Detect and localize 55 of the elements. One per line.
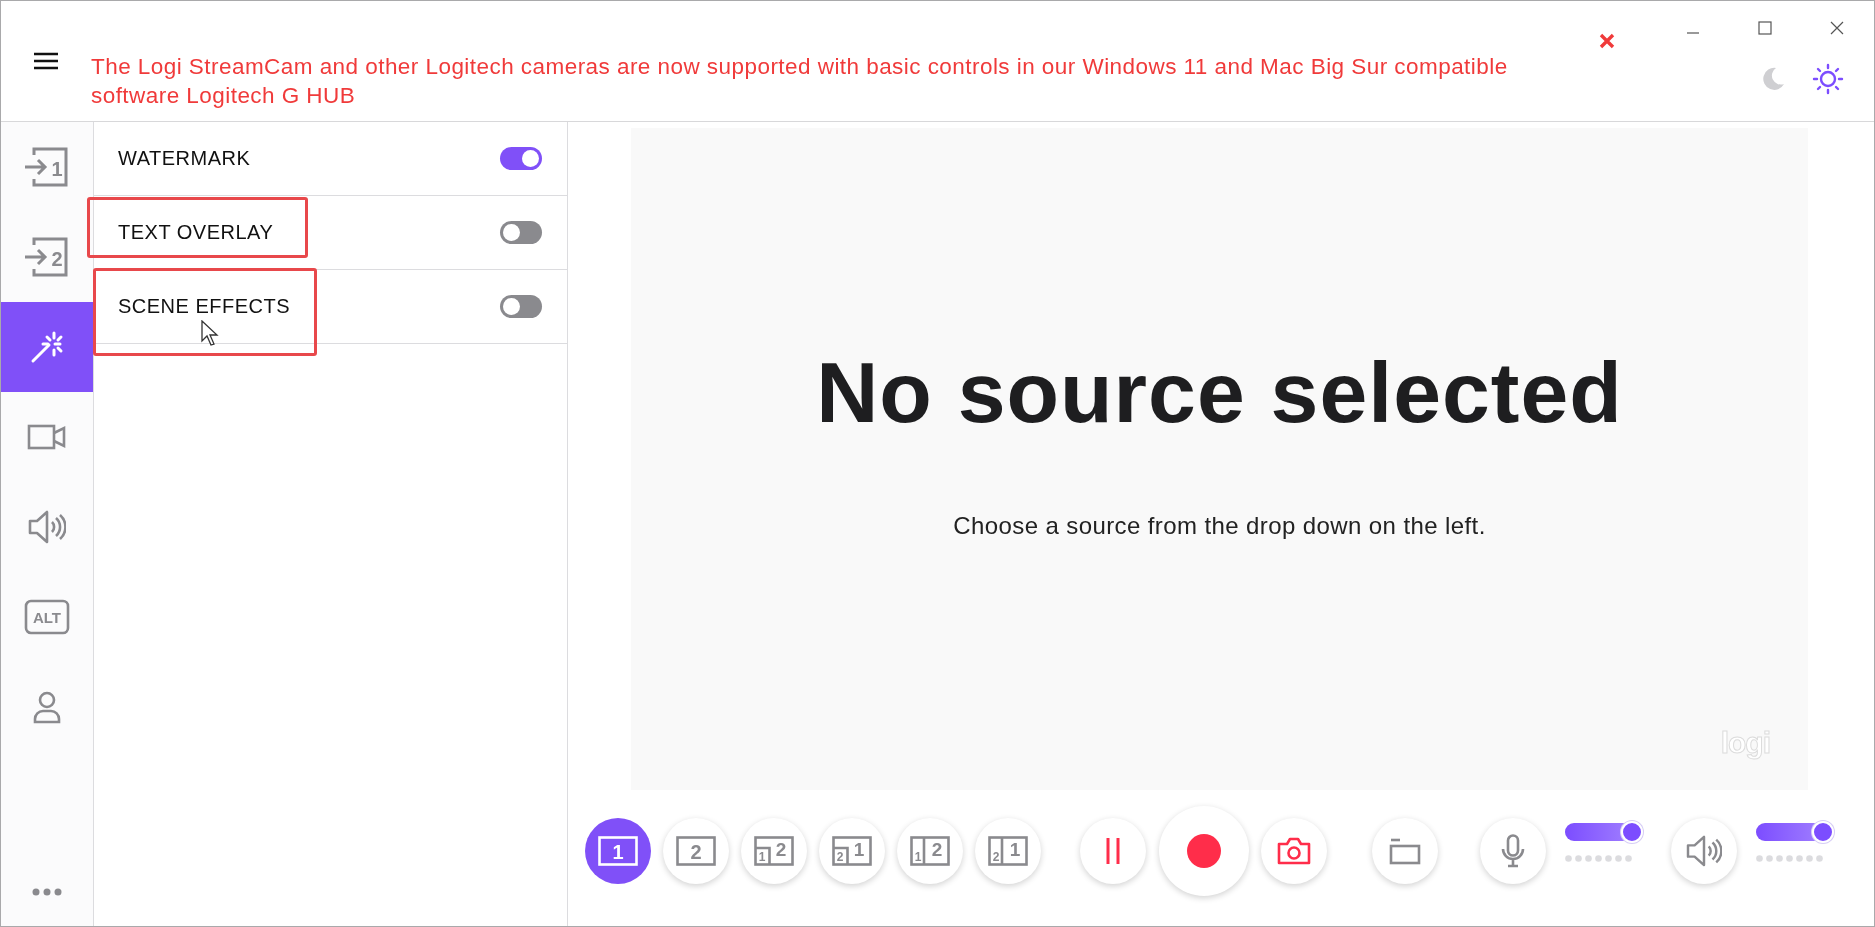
- slider-thumb[interactable]: [1812, 820, 1834, 843]
- video-camera-icon: [27, 423, 67, 451]
- layout-button[interactable]: 1 2: [897, 818, 963, 884]
- magic-wand-icon: [30, 330, 64, 364]
- layout-icon: 1 2: [910, 836, 950, 866]
- folder-button[interactable]: [1372, 818, 1438, 884]
- layout-icon: 1: [598, 836, 638, 866]
- layout-icon: 2 1: [832, 836, 872, 866]
- effect-label: WATERMARK: [118, 147, 251, 170]
- level-meter-icon: [1756, 854, 1824, 862]
- layout-icon: 2: [676, 836, 716, 866]
- level-meter-icon: [1565, 854, 1633, 862]
- more-icon[interactable]: [32, 888, 62, 896]
- effect-label: SCENE EFFECTS: [118, 295, 291, 318]
- layout-button[interactable]: 1: [585, 818, 651, 884]
- pause-icon: [1106, 837, 1120, 865]
- sidebar-tab[interactable]: [1, 302, 93, 392]
- sidebar-tab[interactable]: ALT: [1, 572, 93, 662]
- layout-button[interactable]: 2 1: [975, 818, 1041, 884]
- speaker-icon: [28, 510, 66, 544]
- speaker-icon: [1686, 835, 1722, 867]
- toggle-switch[interactable]: [500, 295, 542, 318]
- layout-icon: 2 1: [988, 836, 1028, 866]
- microphone-icon: [1501, 834, 1525, 868]
- pause-button[interactable]: [1080, 818, 1146, 884]
- record-icon: [1187, 834, 1221, 868]
- folder-icon: [1389, 837, 1421, 865]
- slider-thumb[interactable]: [1621, 820, 1643, 843]
- camera-icon: [1277, 837, 1311, 865]
- maximize-icon[interactable]: [1758, 21, 1772, 35]
- microphone-button[interactable]: [1480, 818, 1546, 884]
- close-icon[interactable]: [1830, 21, 1844, 35]
- close-icon[interactable]: [1599, 33, 1615, 49]
- snapshot-button[interactable]: [1261, 818, 1327, 884]
- mouse-pointer-icon: [201, 320, 219, 346]
- effect-label: TEXT OVERLAY: [118, 221, 274, 244]
- announcement-text: The Logi StreamCam and other Logitech cameras are now supported with basic controls in our Windows 11 and Mac Big Sur compatible software Logitech G HUB: [91, 53, 1509, 110]
- person-icon: [32, 690, 62, 724]
- layout-button[interactable]: 1 2: [741, 818, 807, 884]
- toggle-switch[interactable]: [500, 221, 542, 244]
- layout-button[interactable]: 2: [663, 818, 729, 884]
- preview-message: Choose a source from the drop down on the left.: [953, 512, 1486, 540]
- layout-button[interactable]: 2 1: [819, 818, 885, 884]
- toggle-switch[interactable]: [500, 147, 542, 170]
- speaker-button[interactable]: [1671, 818, 1737, 884]
- layout-icon: 1 2: [754, 836, 794, 866]
- volume-slider[interactable]: [1756, 822, 1832, 841]
- alt-key-icon: ALT: [24, 599, 70, 635]
- sidebar-tab[interactable]: 2: [1, 212, 93, 302]
- preview-title: No source selected: [816, 343, 1623, 442]
- menu-icon[interactable]: [34, 52, 58, 70]
- sun-icon[interactable]: [1812, 63, 1844, 95]
- sidebar-tab[interactable]: 1: [1, 122, 93, 212]
- volume-slider[interactable]: [1565, 822, 1641, 841]
- record-button[interactable]: [1159, 806, 1249, 896]
